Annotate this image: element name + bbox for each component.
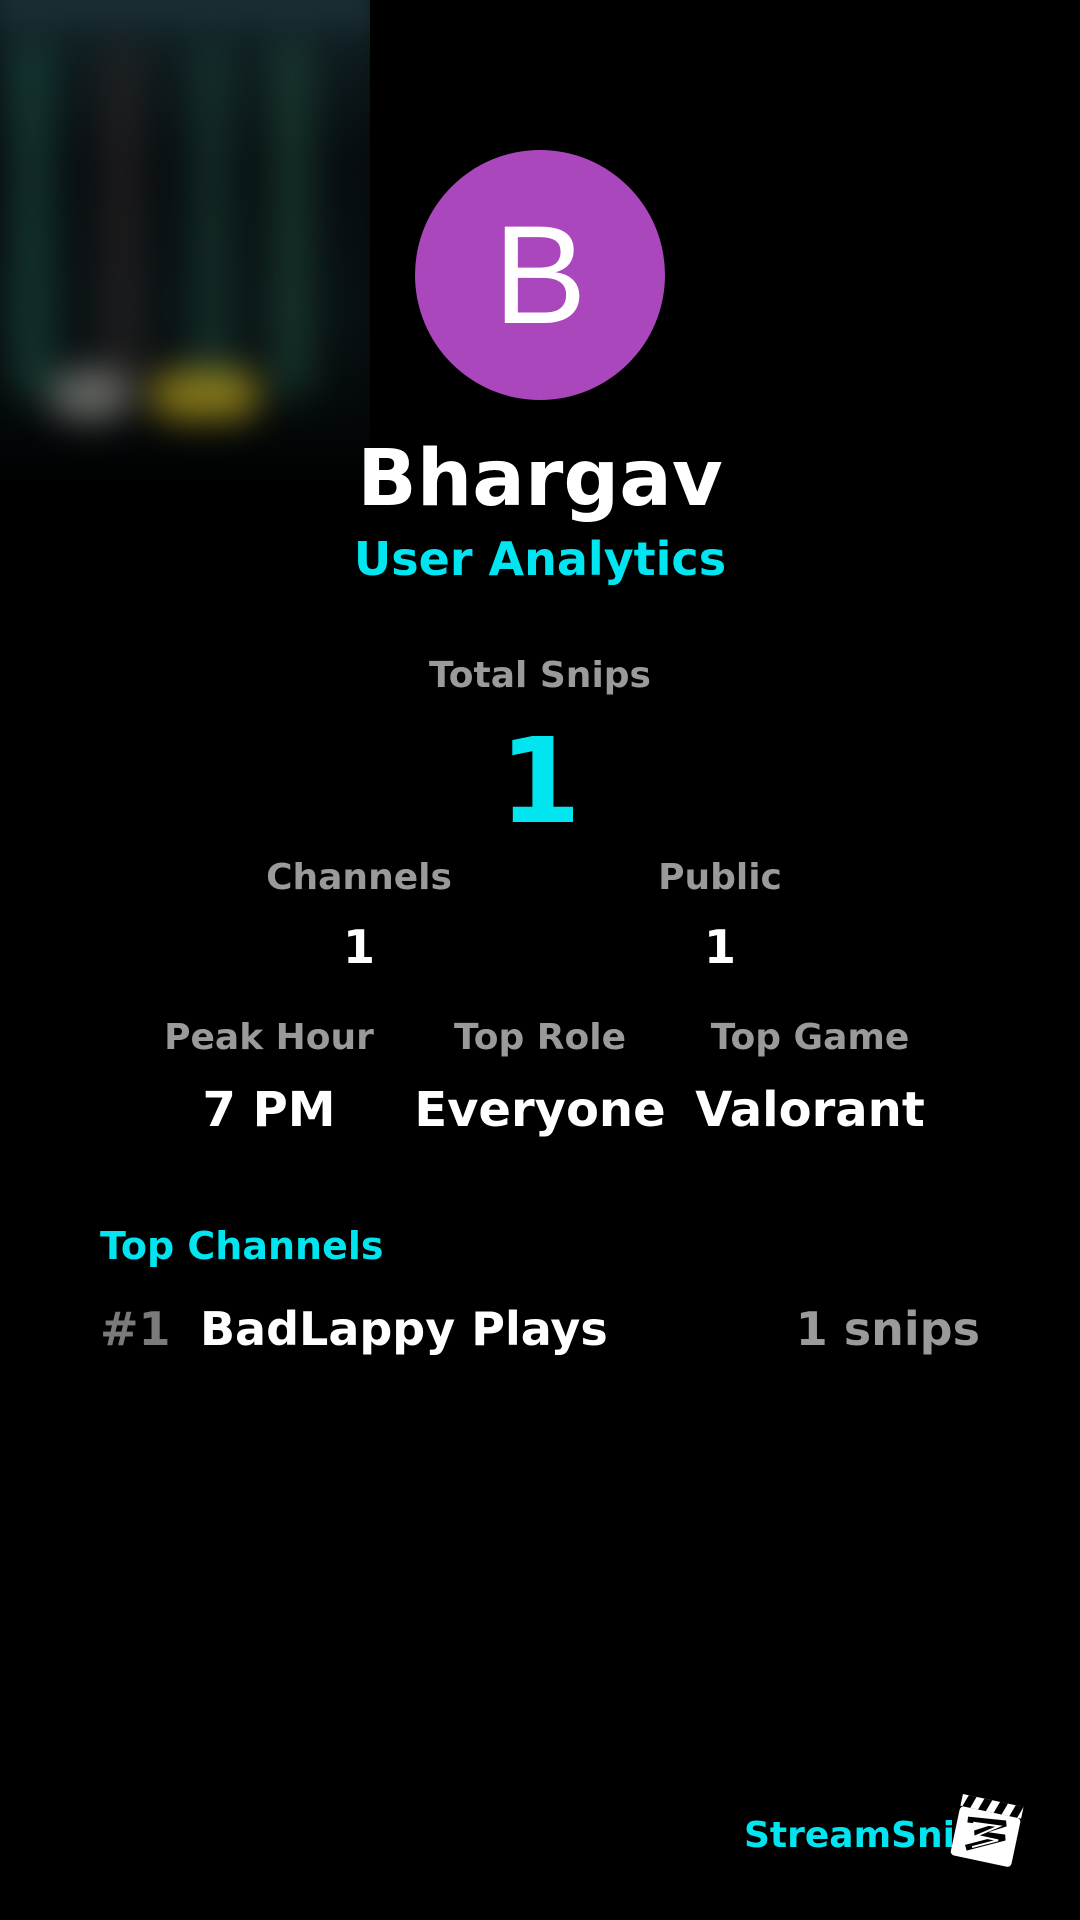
- top-channels-title: Top Channels: [100, 1224, 384, 1268]
- channel-rank: #1: [100, 1302, 171, 1356]
- stat-public: Public 1: [570, 857, 870, 974]
- total-snips-value: 1: [498, 712, 582, 850]
- stat-label: Top Game: [710, 1017, 910, 1058]
- stat-value: 7 PM: [202, 1082, 336, 1138]
- stat-value: Everyone: [414, 1082, 666, 1138]
- total-snips-label: Total Snips: [429, 655, 651, 696]
- stat-label: Public: [658, 857, 782, 898]
- channel-name: BadLappy Plays: [200, 1302, 608, 1356]
- stat-label: Peak Hour: [164, 1017, 374, 1058]
- stat-top-role: Top Role Everyone: [390, 1017, 690, 1138]
- clapperboard-icon: [950, 1794, 1024, 1867]
- list-item: #1 BadLappy Plays 1 snips: [100, 1306, 980, 1362]
- channel-snip-count: 1 snips: [795, 1302, 980, 1356]
- user-name: Bhargav: [357, 434, 723, 524]
- stat-peak-hour: Peak Hour 7 PM: [119, 1017, 419, 1138]
- stat-value: 1: [703, 920, 736, 974]
- stat-label: Channels: [266, 857, 452, 898]
- stat-channels: Channels 1: [209, 857, 509, 974]
- page-subtitle: User Analytics: [353, 532, 727, 586]
- stat-label: Top Role: [453, 1017, 627, 1058]
- stat-value: 1: [342, 920, 375, 974]
- brand-name: StreamSnip: [744, 1815, 981, 1856]
- stat-top-game: Top Game Valorant: [660, 1017, 960, 1138]
- avatar: B: [415, 150, 665, 400]
- stat-value: Valorant: [695, 1082, 925, 1138]
- background-thumbnail: [0, 0, 370, 480]
